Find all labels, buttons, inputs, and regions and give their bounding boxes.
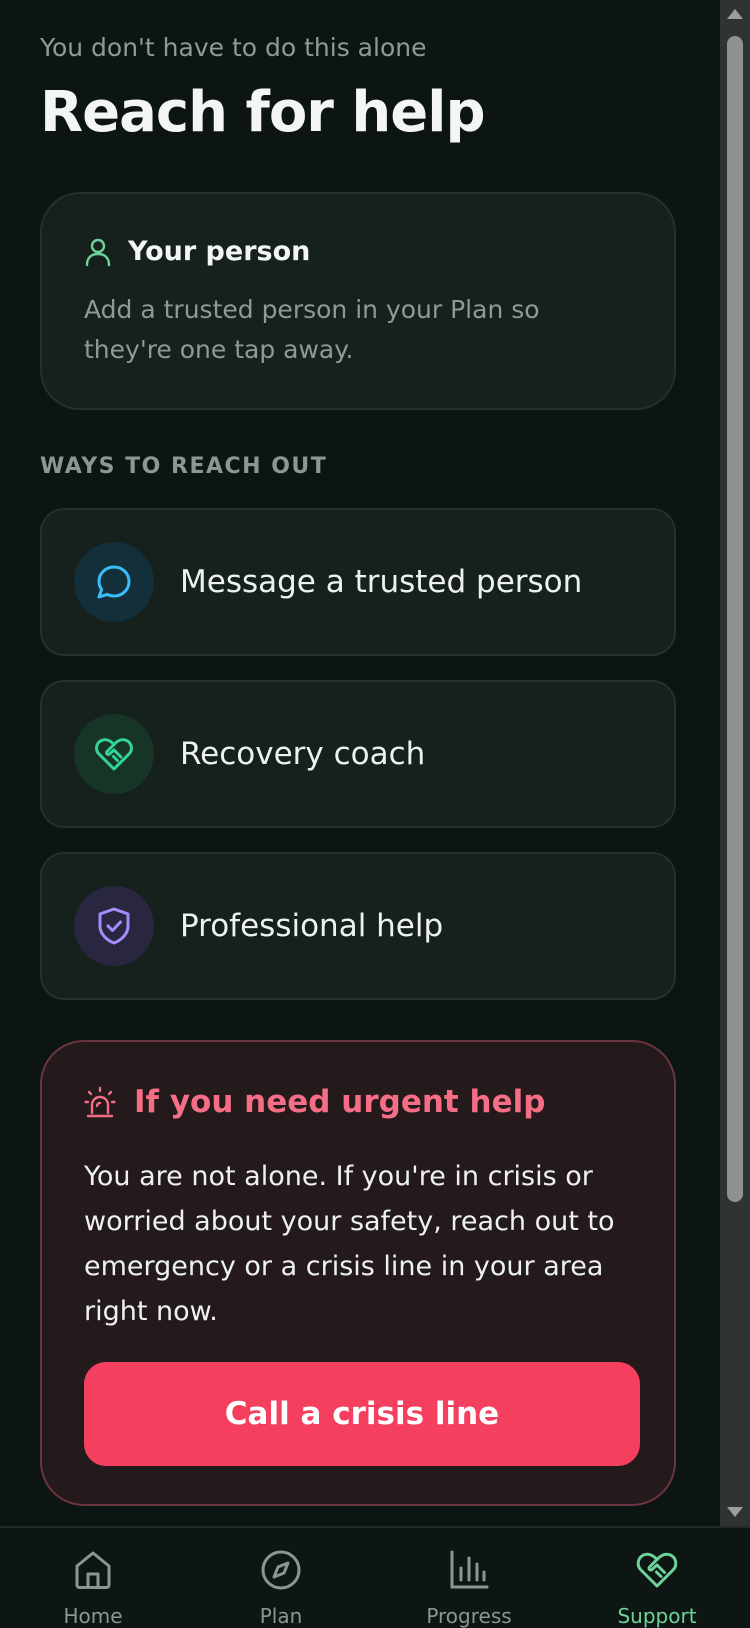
scroll-up-arrow-icon[interactable] (727, 9, 743, 19)
vertical-scrollbar[interactable] (720, 0, 750, 1526)
message-trusted-person-button[interactable]: Message a trusted person (40, 508, 676, 656)
tab-home[interactable]: Home (18, 1528, 168, 1628)
tab-label: Progress (426, 1604, 512, 1628)
coach-icon-badge (74, 714, 154, 794)
professional-help-button[interactable]: Professional help (40, 852, 676, 1000)
support-screen: You don't have to do this alone Reach fo… (0, 0, 720, 1526)
your-person-header: Your person (84, 236, 310, 267)
bar-chart-icon (450, 1550, 489, 1589)
home-icon (75, 1551, 111, 1589)
section-label: WAYS TO REACH OUT (40, 454, 328, 479)
bottom-tab-bar: Home Plan Progress Support (0, 1526, 750, 1628)
heart-handshake-icon (95, 738, 133, 771)
your-person-card[interactable]: Your person Add a trusted person in your… (40, 192, 676, 410)
message-icon-badge (74, 542, 154, 622)
tab-support[interactable]: Support (582, 1528, 732, 1628)
option-label: Professional help (180, 908, 444, 944)
page-subtitle: You don't have to do this alone (40, 33, 427, 62)
scrollbar-thumb[interactable] (727, 36, 743, 1202)
option-label: Recovery coach (180, 736, 426, 772)
siren-icon (84, 1086, 116, 1118)
scroll-down-arrow-icon[interactable] (727, 1507, 743, 1517)
urgent-help-title: If you need urgent help (134, 1084, 546, 1120)
urgent-help-card: If you need urgent help You are not alon… (40, 1040, 676, 1506)
recovery-coach-button[interactable]: Recovery coach (40, 680, 676, 828)
heart-handshake-icon (636, 1552, 678, 1588)
tab-label: Home (63, 1604, 123, 1628)
tab-label: Support (617, 1604, 697, 1628)
call-crisis-line-button[interactable]: Call a crisis line (84, 1362, 640, 1466)
tab-plan[interactable]: Plan (206, 1528, 356, 1628)
urgent-help-header: If you need urgent help (84, 1084, 545, 1120)
option-label: Message a trusted person (180, 564, 583, 600)
tab-label: Plan (259, 1604, 303, 1628)
urgent-help-message: You are not alone. If you're in crisis o… (84, 1161, 615, 1327)
your-person-description: Add a trusted person in your Plan so the… (84, 295, 540, 364)
user-icon (85, 238, 111, 266)
tab-progress[interactable]: Progress (394, 1528, 544, 1628)
compass-icon (261, 1550, 301, 1590)
your-person-title: Your person (128, 236, 311, 267)
shield-check-icon (98, 907, 130, 945)
page-title: Reach for help (40, 80, 486, 145)
professional-icon-badge (74, 886, 154, 966)
message-circle-icon (97, 565, 131, 599)
